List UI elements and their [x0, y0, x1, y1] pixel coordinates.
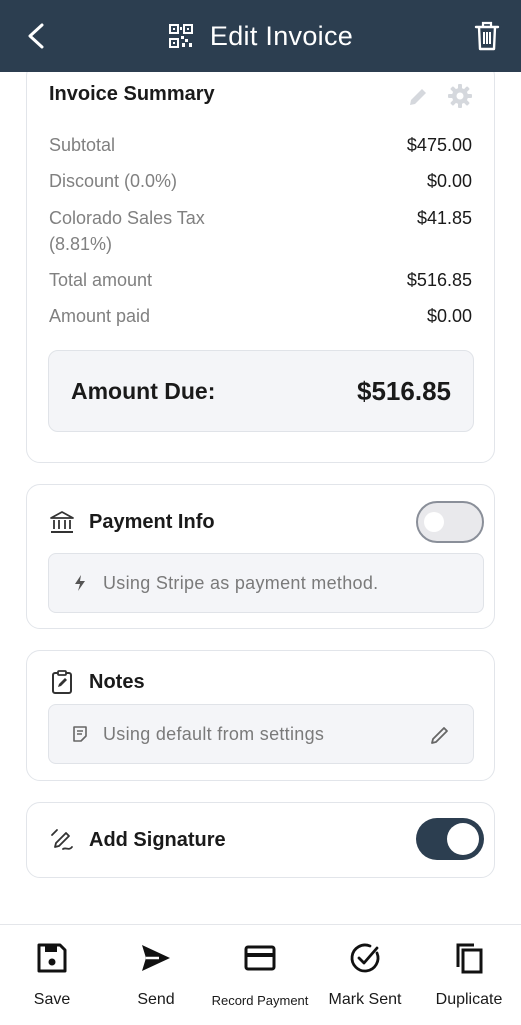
signature-header: Add Signature [49, 827, 226, 853]
content-scroll[interactable]: Invoice Summary Subtotal $475.00 Discoun… [0, 72, 521, 924]
notes-default-info[interactable]: Using default from settings [48, 704, 474, 764]
delete-trash-icon[interactable] [473, 20, 501, 52]
clipboard-edit-icon [52, 670, 72, 694]
signature-toggle[interactable] [416, 818, 484, 860]
row-label: Subtotal [49, 135, 116, 155]
check-circle-icon [350, 943, 380, 973]
save-disk-icon [37, 943, 67, 973]
payment-info-card: Payment Info Using Stripe as payment met… [26, 484, 495, 629]
header-title-group: Edit Invoice [0, 0, 521, 72]
row-value: $41.85 [416, 208, 472, 228]
record-payment-button[interactable]: Record Payment [210, 925, 310, 1025]
notes-card: Notes Using default from settings [26, 650, 495, 781]
toggle-knob [424, 512, 444, 532]
mark-sent-label: Mark Sent [328, 991, 402, 1008]
edit-pencil-icon[interactable] [406, 85, 430, 109]
gear-icon[interactable] [447, 83, 473, 109]
row-label: Total amount [49, 270, 153, 290]
signature-title: Add Signature [89, 828, 226, 851]
amount-due-value: $516.85 [357, 375, 451, 406]
total-row: Total amount $516.85 [49, 267, 472, 293]
page-title: Edit Invoice [209, 20, 354, 51]
payment-method-info[interactable]: Using Stripe as payment method. [48, 553, 484, 613]
copy-duplicate-icon [456, 943, 483, 974]
signature-pen-icon [51, 829, 73, 850]
payment-method-text: Using Stripe as payment method. [103, 572, 379, 593]
send-button[interactable]: Send [126, 925, 186, 1025]
notes-default-text: Using default from settings [103, 723, 325, 744]
mark-sent-button[interactable]: Mark Sent [325, 925, 405, 1025]
row-value: $0.00 [426, 306, 472, 326]
qr-code-icon[interactable] [168, 23, 194, 49]
row-label: Colorado Sales Tax (8.81%) [49, 208, 205, 254]
payment-info-toggle[interactable] [416, 501, 484, 543]
duplicate-button[interactable]: Duplicate [430, 925, 508, 1025]
credit-card-icon [244, 945, 276, 971]
send-arrow-icon [142, 945, 170, 971]
send-label: Send [137, 991, 175, 1008]
invoice-summary-card: Invoice Summary Subtotal $475.00 Discoun… [26, 72, 495, 463]
notes-title: Notes [89, 670, 145, 693]
bank-icon [50, 511, 74, 533]
lightning-bolt-icon [75, 575, 85, 591]
row-value: $516.85 [406, 270, 472, 290]
notes-header: Notes [49, 669, 145, 695]
duplicate-label: Duplicate [435, 991, 503, 1008]
row-value: $475.00 [406, 135, 472, 155]
subtotal-row: Subtotal $475.00 [49, 132, 472, 158]
amount-due-box: Amount Due: $516.85 [48, 350, 474, 432]
amount-paid-row: Amount paid $0.00 [49, 303, 472, 329]
row-value: $0.00 [426, 171, 472, 191]
row-label: Discount (0.0%) [49, 171, 178, 191]
note-icon [73, 726, 87, 742]
summary-title: Invoice Summary [49, 83, 215, 105]
toggle-knob [447, 823, 479, 855]
row-label: Amount paid [49, 306, 151, 326]
record-payment-label: Record Payment [211, 993, 309, 1008]
discount-row: Discount (0.0%) $0.00 [49, 168, 472, 194]
save-label: Save [33, 991, 71, 1008]
bottom-action-bar: Save Send Record Payment Mark Sent Dupli… [0, 924, 521, 1024]
tax-row: Colorado Sales Tax (8.81%) $41.85 [49, 205, 472, 257]
signature-card: Add Signature [26, 802, 495, 878]
payment-info-header: Payment Info [49, 509, 215, 535]
payment-info-title: Payment Info [89, 510, 215, 533]
edit-notes-pencil-icon[interactable] [429, 724, 451, 746]
app-header: Edit Invoice [0, 0, 521, 72]
save-button[interactable]: Save [22, 925, 82, 1025]
amount-due-label: Amount Due: [71, 377, 216, 404]
